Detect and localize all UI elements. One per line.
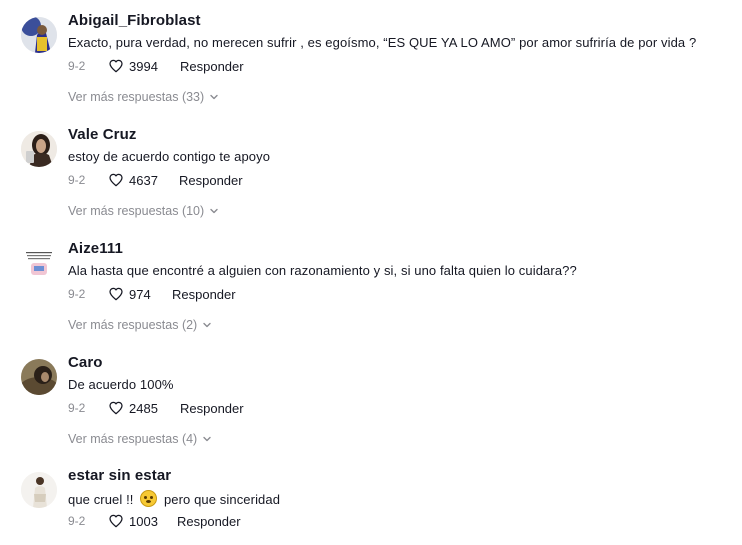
like-button[interactable]: 1003: [108, 513, 158, 529]
reply-button[interactable]: Responder: [179, 173, 243, 188]
comment-date: 9-2: [68, 287, 86, 301]
like-count: 974: [129, 286, 151, 302]
like-button[interactable]: 974: [108, 286, 151, 302]
username[interactable]: Aize111: [68, 240, 123, 257]
comment-item: Aize111 Ala hasta que encontré a alguien…: [0, 236, 742, 346]
chevron-down-icon: [203, 436, 211, 442]
view-more-replies-label: Ver más respuestas (2): [68, 318, 198, 332]
heart-outline-icon: [109, 514, 123, 528]
reply-button[interactable]: Responder: [180, 401, 244, 416]
comment-text: Ala hasta que encontré a alguien con raz…: [68, 263, 577, 278]
chevron-down-icon: [203, 322, 211, 328]
view-more-replies-label: Ver más respuestas (4): [68, 432, 198, 446]
avatar[interactable]: [21, 131, 57, 167]
heart-outline-icon: [109, 287, 123, 301]
like-button[interactable]: 3994: [108, 58, 158, 74]
username[interactable]: Caro: [68, 354, 103, 371]
comment-date: 9-2: [68, 401, 86, 415]
reply-button[interactable]: Responder: [177, 514, 241, 529]
like-button[interactable]: 2485: [108, 400, 158, 416]
comment-text: que cruel !! pero que sinceridad: [68, 490, 280, 507]
like-count: 4637: [129, 172, 158, 188]
comment-date: 9-2: [68, 59, 86, 73]
view-more-replies[interactable]: Ver más respuestas (2): [68, 318, 213, 332]
chevron-down-icon: [210, 208, 218, 214]
chevron-down-icon: [210, 94, 218, 100]
comment-item: Vale Cruz estoy de acuerdo contigo te ap…: [0, 122, 742, 232]
comment-text: Exacto, pura verdad, no merecen sufrir ,…: [68, 35, 697, 50]
view-more-replies[interactable]: Ver más respuestas (4): [68, 432, 213, 446]
comment-item: Caro De acuerdo 100% 9-2 2485 Responder …: [0, 350, 742, 460]
avatar[interactable]: [21, 472, 57, 508]
view-more-replies-label: Ver más respuestas (10): [68, 204, 205, 218]
like-count: 2485: [129, 400, 158, 416]
comment-text: estoy de acuerdo contigo te apoyo: [68, 149, 271, 164]
heart-outline-icon: [109, 401, 123, 415]
reply-button[interactable]: Responder: [172, 287, 236, 302]
like-count: 3994: [129, 58, 158, 74]
comment-item: Abigail_Fibroblast Exacto, pura verdad, …: [0, 8, 742, 118]
like-count: 1003: [129, 513, 158, 529]
comment-text: De acuerdo 100%: [68, 377, 174, 392]
heart-outline-icon: [109, 173, 123, 187]
comment-text-part: pero que sinceridad: [163, 492, 281, 507]
username[interactable]: Vale Cruz: [68, 126, 136, 143]
like-button[interactable]: 4637: [108, 172, 158, 188]
avatar[interactable]: [21, 359, 57, 395]
comment-date: 9-2: [68, 514, 86, 528]
view-more-replies-label: Ver más respuestas (33): [68, 90, 205, 104]
comment-date: 9-2: [68, 173, 86, 187]
flushed-face-emoji: [140, 490, 158, 507]
comment-text-part: que cruel !!: [68, 492, 134, 507]
heart-outline-icon: [109, 59, 123, 73]
reply-button[interactable]: Responder: [180, 59, 244, 74]
comment-item: estar sin estar que cruel !! pero que si…: [0, 463, 742, 545]
view-more-replies[interactable]: Ver más respuestas (33): [68, 90, 220, 104]
username[interactable]: estar sin estar: [68, 467, 171, 484]
view-more-replies[interactable]: Ver más respuestas (10): [68, 204, 220, 218]
avatar[interactable]: [21, 245, 57, 281]
username[interactable]: Abigail_Fibroblast: [68, 12, 201, 29]
avatar[interactable]: [21, 17, 57, 53]
